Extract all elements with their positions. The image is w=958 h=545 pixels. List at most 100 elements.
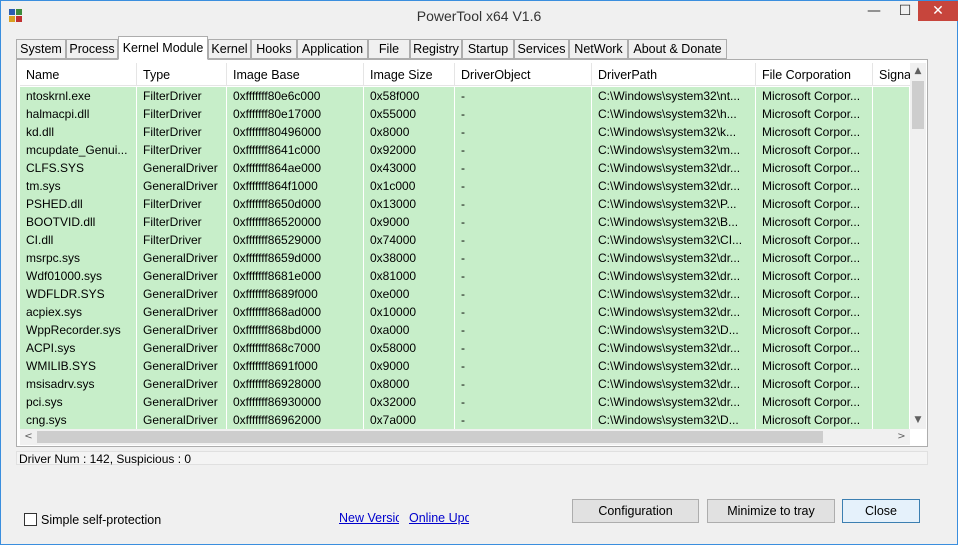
online-update-link[interactable]: Online Update: [409, 511, 469, 526]
table-row[interactable]: pci.sys GeneralDriver 0xfffffff86930000 0x3…: [20, 393, 910, 411]
cell-driver-object: -: [455, 213, 592, 231]
table-row[interactable]: CLFS.SYS GeneralDriver 0xfffffff864ae000 0x…: [20, 159, 910, 177]
cell-image-base: 0xfffffff80496000: [227, 123, 364, 141]
cell-name: halmacpi.dll: [20, 105, 137, 123]
scroll-up-icon[interactable]: ▲: [910, 63, 926, 80]
cell-driver-object: -: [455, 123, 592, 141]
tab-file[interactable]: File: [368, 39, 410, 59]
tab-process[interactable]: Process: [66, 39, 118, 59]
cell-name: msrpc.sys: [20, 249, 137, 267]
tab-startup[interactable]: Startup: [462, 39, 514, 59]
cell-signature: [873, 357, 910, 375]
col-type[interactable]: Type: [137, 63, 227, 86]
table-row[interactable]: PSHED.dll FilterDriver 0xfffffff8650d000 0x…: [20, 195, 910, 213]
tab-about-donate[interactable]: About & Donate: [628, 39, 727, 59]
tab-kernel-module[interactable]: Kernel Module: [118, 36, 208, 60]
cell-driver-path: C:\Windows\system32\CI...: [592, 231, 756, 249]
table-row[interactable]: CI.dll FilterDriver 0xfffffff86529000 0x740…: [20, 231, 910, 249]
col-file-corporation[interactable]: File Corporation: [756, 63, 873, 86]
cell-driver-path: C:\Windows\system32\B...: [592, 213, 756, 231]
cell-signature: [873, 303, 910, 321]
cell-driver-path: C:\Windows\system32\dr...: [592, 267, 756, 285]
cell-file-corporation: Microsoft Corpor...: [756, 105, 873, 123]
table-row[interactable]: BOOTVID.dll FilterDriver 0xfffffff86520000…: [20, 213, 910, 231]
tab-registry[interactable]: Registry: [410, 39, 462, 59]
table-header: Name Type Image Base Image Size DriverOb…: [20, 63, 910, 86]
tab-kernel[interactable]: Kernel: [208, 39, 251, 59]
cell-name: Wdf01000.sys: [20, 267, 137, 285]
vertical-scrollbar[interactable]: ▲ ▼: [910, 63, 926, 429]
cell-file-corporation: Microsoft Corpor...: [756, 123, 873, 141]
new-version-link[interactable]: New Version: [339, 511, 399, 526]
cell-name: WMILIB.SYS: [20, 357, 137, 375]
tab-application[interactable]: Application: [297, 39, 368, 59]
tab-network[interactable]: NetWork: [569, 39, 628, 59]
tab-services[interactable]: Services: [514, 39, 569, 59]
cell-image-size: 0x9000: [364, 357, 455, 375]
configuration-button[interactable]: Configuration: [572, 499, 699, 523]
table-row[interactable]: kd.dll FilterDriver 0xfffffff80496000 0x800…: [20, 123, 910, 141]
cell-image-size: 0x92000: [364, 141, 455, 159]
cell-image-base: 0xfffffff8650d000: [227, 195, 364, 213]
cell-image-base: 0xfffffff868c7000: [227, 339, 364, 357]
cell-signature: [873, 285, 910, 303]
cell-file-corporation: Microsoft Corpor...: [756, 177, 873, 195]
table-row[interactable]: cng.sys GeneralDriver 0xfffffff86962000 0x7…: [20, 411, 910, 429]
self-protection-checkbox[interactable]: [24, 513, 37, 526]
table-row[interactable]: Wdf01000.sys GeneralDriver 0xfffffff8681e0…: [20, 267, 910, 285]
col-driver-object[interactable]: DriverObject: [455, 63, 592, 86]
cell-image-base: 0xfffffff80e17000: [227, 105, 364, 123]
cell-file-corporation: Microsoft Corpor...: [756, 141, 873, 159]
cell-type: GeneralDriver: [137, 267, 227, 285]
table-row[interactable]: mcupdate_Genui... FilterDriver 0xfffffff86…: [20, 141, 910, 159]
col-image-base[interactable]: Image Base: [227, 63, 364, 86]
cell-signature: [873, 231, 910, 249]
minimize-to-tray-button[interactable]: Minimize to tray: [707, 499, 835, 523]
status-bar: Driver Num : 142, Suspicious : 0: [16, 451, 928, 465]
horizontal-scrollbar[interactable]: < >: [20, 429, 910, 445]
col-image-size[interactable]: Image Size: [364, 63, 455, 86]
cell-image-size: 0x74000: [364, 231, 455, 249]
cell-driver-path: C:\Windows\system32\h...: [592, 105, 756, 123]
table-row[interactable]: tm.sys GeneralDriver 0xfffffff864f1000 0x1c…: [20, 177, 910, 195]
tab-hooks[interactable]: Hooks: [251, 39, 297, 59]
col-driver-path[interactable]: DriverPath: [592, 63, 756, 86]
table-row[interactable]: ntoskrnl.exe FilterDriver 0xfffffff80e6c00…: [20, 87, 910, 105]
table-row[interactable]: acpiex.sys GeneralDriver 0xfffffff868ad000…: [20, 303, 910, 321]
table-row[interactable]: WDFLDR.SYS GeneralDriver 0xfffffff8689f000…: [20, 285, 910, 303]
cell-type: GeneralDriver: [137, 357, 227, 375]
cell-file-corporation: Microsoft Corpor...: [756, 339, 873, 357]
cell-type: GeneralDriver: [137, 411, 227, 429]
col-name[interactable]: Name: [20, 63, 137, 86]
table-row[interactable]: msrpc.sys GeneralDriver 0xfffffff8659d000 0…: [20, 249, 910, 267]
cell-driver-object: -: [455, 87, 592, 105]
cell-signature: [873, 141, 910, 159]
title-bar[interactable]: PowerTool x64 V1.6 — ☐ ✕: [1, 1, 958, 32]
scroll-left-icon[interactable]: <: [20, 429, 37, 445]
horizontal-scroll-thumb[interactable]: [37, 431, 823, 443]
vertical-scroll-thumb[interactable]: [912, 81, 924, 129]
cell-image-size: 0x43000: [364, 159, 455, 177]
cell-name: CLFS.SYS: [20, 159, 137, 177]
cell-image-size: 0x9000: [364, 213, 455, 231]
cell-signature: [873, 123, 910, 141]
table-row[interactable]: ACPI.sys GeneralDriver 0xfffffff868c7000 0x…: [20, 339, 910, 357]
scroll-down-icon[interactable]: ▼: [910, 412, 926, 429]
tab-system[interactable]: System: [16, 39, 66, 59]
minimize-icon[interactable]: —: [860, 1, 888, 21]
col-signature[interactable]: Signat: [873, 63, 910, 86]
table-row[interactable]: msisadrv.sys GeneralDriver 0xfffffff869280…: [20, 375, 910, 393]
cell-driver-path: C:\Windows\system32\nt...: [592, 87, 756, 105]
cell-signature: [873, 267, 910, 285]
table-row[interactable]: WMILIB.SYS GeneralDriver 0xfffffff8691f000…: [20, 357, 910, 375]
close-button[interactable]: Close: [842, 499, 920, 523]
maximize-icon[interactable]: ☐: [891, 1, 919, 21]
cell-signature: [873, 177, 910, 195]
self-protection-label: Simple self-protection: [41, 513, 162, 527]
table-row[interactable]: WppRecorder.sys GeneralDriver 0xfffffff868…: [20, 321, 910, 339]
table-row[interactable]: halmacpi.dll FilterDriver 0xfffffff80e1700…: [20, 105, 910, 123]
close-icon[interactable]: ✕: [918, 1, 958, 21]
cell-signature: [873, 195, 910, 213]
cell-image-size: 0x58000: [364, 339, 455, 357]
scroll-right-icon[interactable]: >: [893, 429, 910, 445]
